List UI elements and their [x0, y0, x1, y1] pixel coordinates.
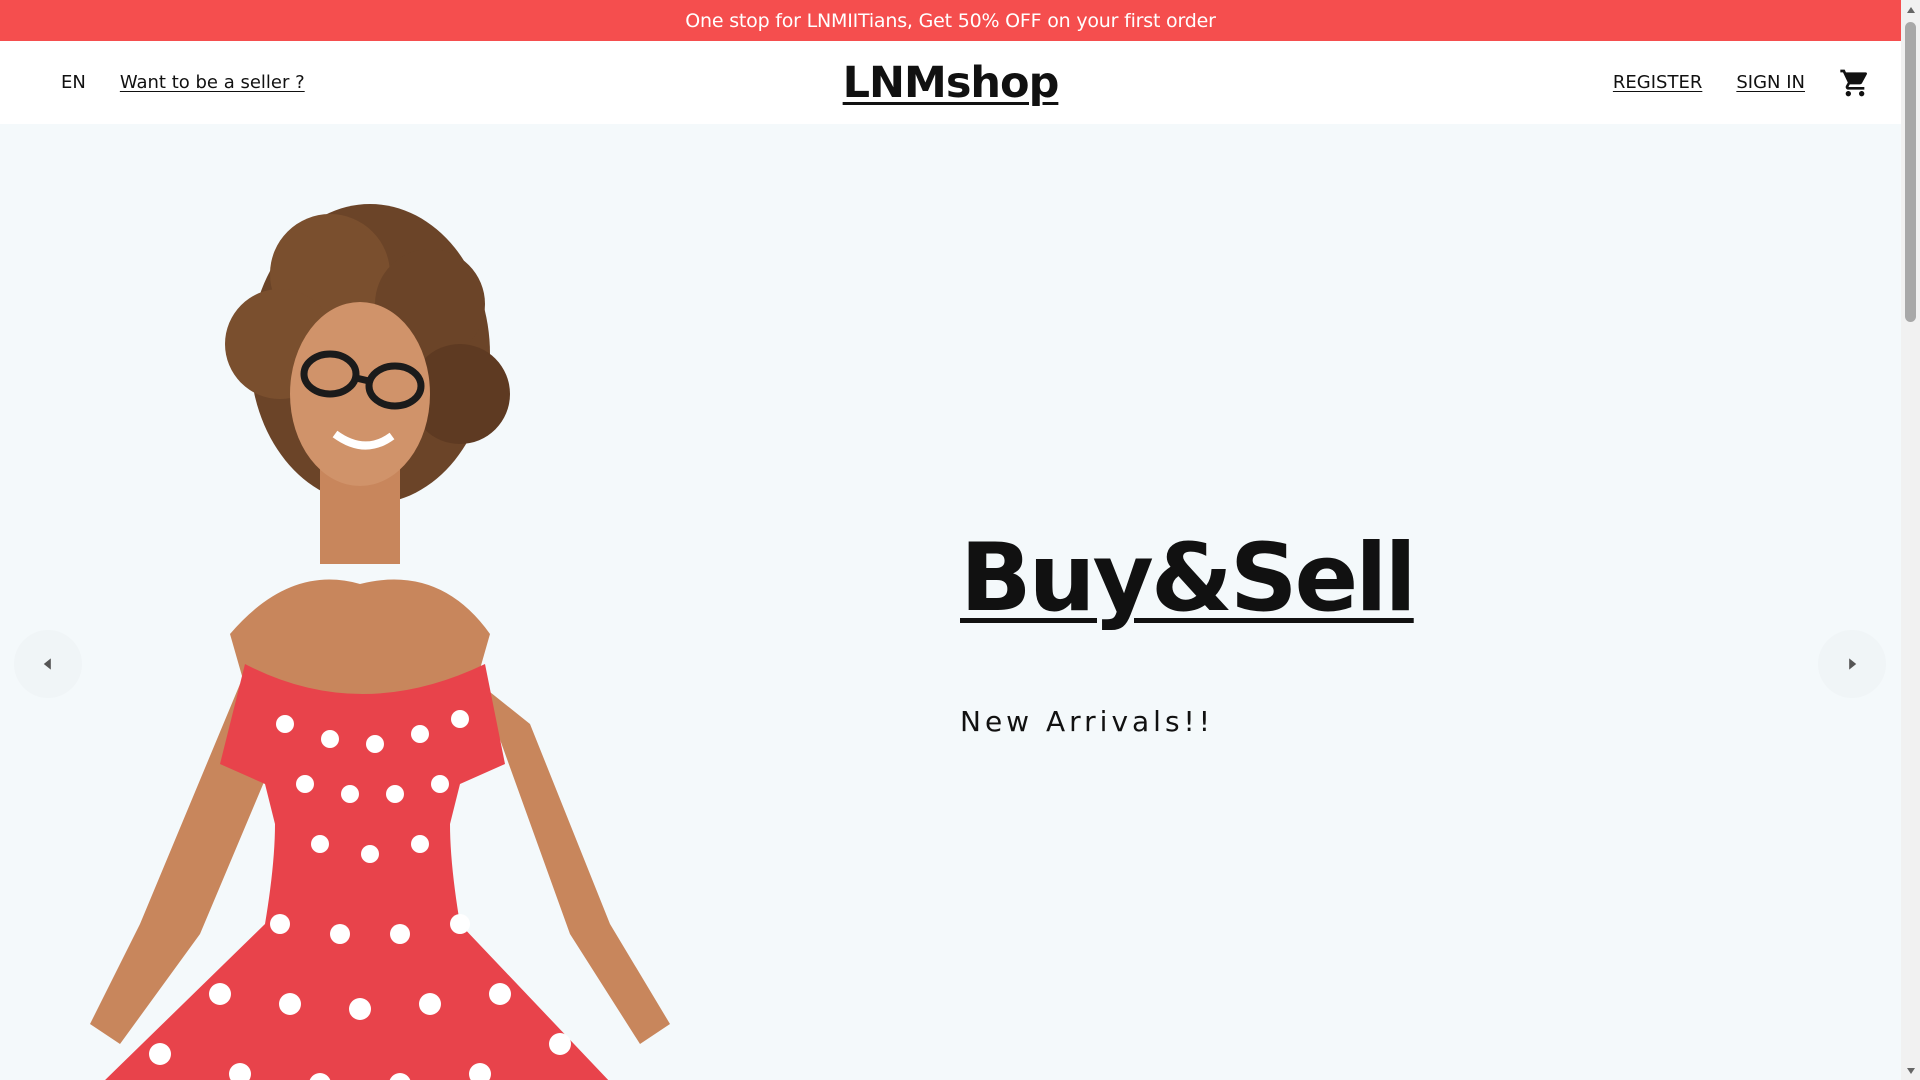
cart-icon[interactable]	[1839, 67, 1871, 99]
arrow-left-icon	[43, 658, 51, 670]
nav-right: REGISTER SIGN IN	[1613, 41, 1871, 124]
register-link[interactable]: REGISTER	[1613, 72, 1702, 93]
slider-next-button[interactable]	[1818, 630, 1886, 698]
hero-slider: Buy&Sell New Arrivals!!	[0, 124, 1901, 1080]
scroll-thumb[interactable]	[1905, 22, 1916, 322]
site-logo[interactable]: LNMshop	[843, 58, 1060, 108]
announcement-text: One stop for LNMIITians, Get 50% OFF on …	[685, 9, 1216, 32]
scroll-down-icon[interactable]	[1901, 1061, 1920, 1080]
language-selector[interactable]: EN	[61, 72, 86, 93]
arrow-right-icon	[1849, 658, 1857, 670]
hero-title[interactable]: Buy&Sell	[960, 524, 1417, 633]
announcement-bar: One stop for LNMIITians, Get 50% OFF on …	[0, 0, 1901, 41]
slider-prev-button[interactable]	[14, 630, 82, 698]
hero-subtitle: New Arrivals!!	[960, 705, 1214, 738]
page-scrollbar[interactable]	[1901, 0, 1920, 1080]
navbar: EN Want to be a seller ? LNMshop REGISTE…	[0, 41, 1901, 124]
seller-link[interactable]: Want to be a seller ?	[120, 72, 305, 93]
hero-model-image	[90, 204, 670, 1080]
sign-in-link[interactable]: SIGN IN	[1736, 72, 1805, 93]
scroll-up-icon[interactable]	[1901, 0, 1920, 19]
hero-text-block: Buy&Sell New Arrivals!!	[960, 524, 1417, 738]
nav-left: EN Want to be a seller ?	[61, 41, 305, 124]
